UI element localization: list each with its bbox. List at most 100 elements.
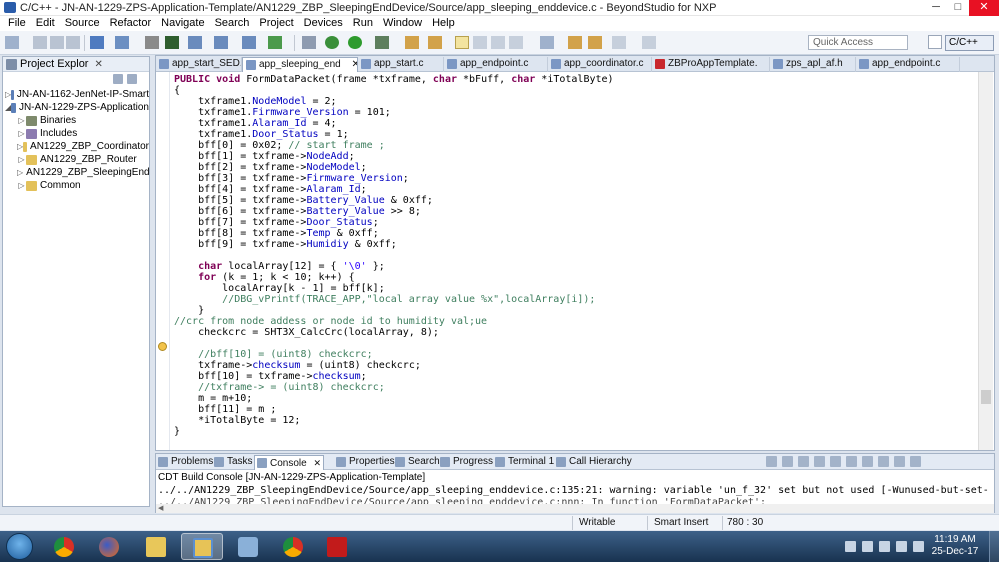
new-source-icon[interactable] [242,36,256,49]
horizontal-scrollbar[interactable]: ◀ [156,504,994,513]
console-warning-line[interactable]: ../../AN1229_ZBP_SleepingEndDevice/Sourc… [158,485,988,497]
menu-navigate[interactable]: Navigate [156,16,209,31]
menu-help[interactable]: Help [427,16,460,31]
code-line[interactable]: bff[2] = txframe->NodeModel; [174,162,367,173]
menu-devices[interactable]: Devices [299,16,348,31]
code-line[interactable]: txframe1.Door_Status = 1; [174,129,349,140]
code-line[interactable]: txframe1.NodeModel = 2; [174,96,337,107]
tray-flag-icon[interactable] [879,541,890,552]
save-all-icon[interactable] [50,36,64,49]
project-explorer-title[interactable]: Project Explor [20,58,88,70]
scroll-lock-icon[interactable] [798,456,809,467]
warning-icon[interactable] [158,342,167,351]
expand-arrow-icon[interactable]: ▷ [17,129,26,138]
code-line[interactable]: //DBG_vPrintf(TRACE_APP,"local array val… [174,294,595,305]
code-line[interactable]: txframe1.Alaram_Id = 4; [174,118,337,129]
open-perspective-icon[interactable] [928,35,942,49]
chip-icon[interactable] [165,36,179,49]
display-console-icon[interactable] [862,456,873,467]
tab-app-coordinator[interactable]: app_coordinator.c [548,57,652,72]
windows-start-icon[interactable] [6,533,33,560]
expand-arrow-icon[interactable]: ▷ [17,116,26,125]
collapse-all-icon[interactable] [113,74,123,84]
tree-item[interactable]: ▷ AN1229_ZBP_SleepingEnd [3,166,149,179]
code-line[interactable]: bff[3] = txframe->Firmware_Version; [174,173,409,184]
menu-edit[interactable]: Edit [31,16,60,31]
new-folder-icon[interactable] [214,36,228,49]
code-line[interactable]: } [174,305,204,316]
tab-call-hierarchy[interactable]: Call Hierarchy [554,455,632,470]
tab-app-endpoint[interactable]: app_endpoint.c [444,57,548,72]
tab-properties[interactable]: Properties [334,455,395,470]
code-line[interactable]: bff[11] = m ; [174,404,276,415]
tree-item[interactable]: ▷ Common [3,179,149,192]
arrow-up-icon[interactable] [782,456,793,467]
code-area[interactable]: PUBLIC void FormDataPacket(frame *txfram… [174,72,974,450]
debug-icon[interactable] [325,36,339,49]
tree-item[interactable]: ▷ Includes [3,127,149,140]
tray-network-icon[interactable] [862,541,873,552]
tab-console[interactable]: Console ✕ [254,455,324,470]
minimize-view-icon[interactable] [894,456,905,467]
virtualbox-icon[interactable] [227,533,269,560]
system-clock[interactable]: 11:19 AM 25-Dec-17 [930,534,980,558]
vertical-scrollbar[interactable] [978,72,993,450]
code-line[interactable]: //bff[10] = (uint8) checkcrc; [174,349,373,360]
menu-run[interactable]: Run [348,16,378,31]
code-line[interactable]: { [174,85,180,96]
code-line[interactable]: localArray[k - 1] = bff[k]; [174,283,385,294]
close-icon[interactable]: ✕ [313,458,321,468]
expand-arrow-icon[interactable]: ▷ [17,168,23,177]
tab-terminal-1[interactable]: Terminal 1 [493,455,554,470]
tab-problems[interactable]: Problems [156,455,213,470]
tray-volume-icon[interactable] [913,541,924,552]
expand-arrow-icon[interactable]: ▷ [17,155,26,164]
file-icon[interactable] [145,36,159,49]
close-button[interactable]: ✕ [969,0,999,16]
menu-window[interactable]: Window [378,16,427,31]
show-desktop-button[interactable] [989,531,999,562]
code-line[interactable]: char localArray[12] = { '\0' }; [174,261,385,272]
code-line[interactable]: //crc from node addess or node id to hum… [174,316,487,327]
skip-breakpoints-icon[interactable] [302,36,316,49]
code-line[interactable]: //txframe-> = (uint8) checkcrc; [174,382,385,393]
code-line[interactable]: bff[1] = txframe->NodeAdd; [174,151,355,162]
last-edit-icon[interactable] [568,36,582,49]
code-line[interactable]: *iTotalByte = 12; [174,415,300,426]
code-line[interactable]: for (k = 1; k < 10; k++) { [174,272,355,283]
code-line[interactable]: txframe->checksum = (uint8) checkcrc; [174,360,421,371]
tab-zbpro-app-template[interactable]: ZBProAppTemplate. [652,57,770,72]
code-line[interactable]: bff[10] = txframe->checksum; [174,371,367,382]
back-icon[interactable] [588,36,602,49]
save-icon[interactable] [33,36,47,49]
explorer-icon[interactable] [135,533,177,560]
search-tool-icon[interactable] [428,36,442,49]
menu-project[interactable]: Project [254,16,298,31]
new-icon[interactable] [5,36,19,49]
close-icon[interactable]: ✕ [94,59,102,70]
scrollbar-thumb[interactable] [981,390,991,404]
clear-console-icon[interactable] [830,456,841,467]
print-icon[interactable] [66,36,80,49]
code-line[interactable]: bff[7] = txframe->Door_Status; [174,217,379,228]
tree-item[interactable]: ◢ JN-AN-1229-ZPS-Application [3,101,149,114]
next-annotation-icon[interactable] [540,36,554,49]
perspective-cpp-button[interactable]: C/C++ [945,35,994,51]
code-line[interactable]: txframe1.Firmware_Version = 101; [174,107,391,118]
expand-arrow-icon[interactable]: ▷ [17,181,26,190]
refresh-icon[interactable] [268,36,282,49]
build-config-icon[interactable] [90,36,104,49]
tree-item[interactable]: ▷ Binaries [3,114,149,127]
menu-file[interactable]: File [3,16,31,31]
code-line[interactable]: PUBLIC void FormDataPacket(frame *txfram… [174,74,614,85]
scroll-left-icon[interactable]: ◀ [158,504,163,512]
highlight-icon[interactable] [455,36,469,49]
tree-item[interactable]: ▷ AN1229_ZBP_Router [3,153,149,166]
code-line[interactable]: bff[6] = txframe->Battery_Value >> 8; [174,206,421,217]
tab-app-start-sed[interactable]: app_start_SED.c [156,57,242,72]
menu-search[interactable]: Search [210,16,255,31]
pin-console-icon[interactable] [846,456,857,467]
code-line[interactable]: checkcrc = SHT3X_CalcCrc(localArray, 8); [174,327,439,338]
tab-app-sleeping-end[interactable]: app_sleeping_end ✕ [242,57,358,72]
show-whitespace-icon[interactable] [473,36,487,49]
